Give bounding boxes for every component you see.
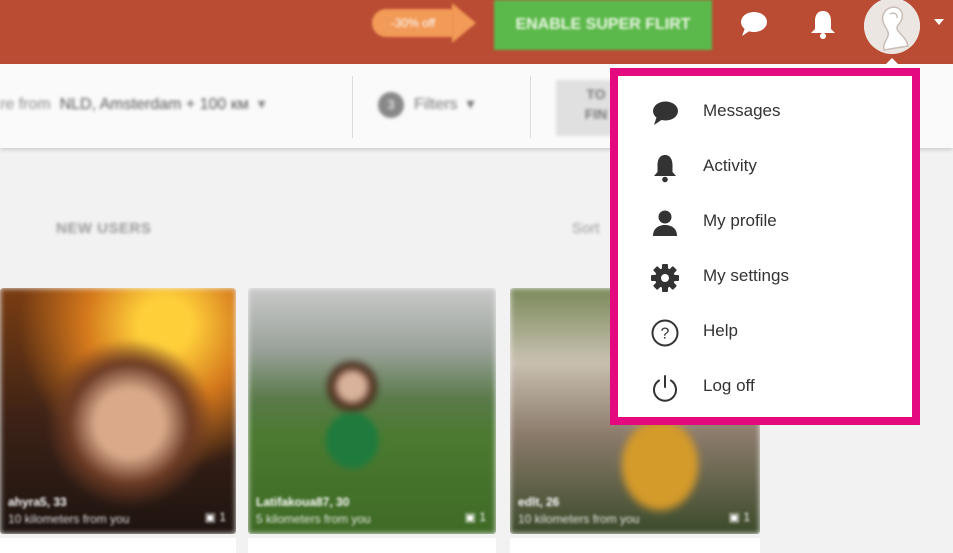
discount-arrow (452, 3, 476, 43)
menu-item-label: Messages (703, 101, 781, 120)
person-icon (650, 208, 680, 238)
menu-item-label: Activity (703, 156, 757, 175)
user-card-info: Latifakoua87, 30 5 kilometers from you (256, 494, 488, 528)
photo-count-value: 1 (479, 510, 486, 524)
bell-icon[interactable] (808, 8, 838, 45)
avatar[interactable] (864, 0, 920, 54)
top-header-bar: -30% off ENABLE SUPER FLIRT (0, 0, 953, 64)
user-distance: 10 kilometers from you (518, 512, 640, 526)
menu-item-messages[interactable]: Messages (626, 85, 920, 140)
menu-item-log-off[interactable]: Log off (626, 360, 920, 415)
photo-count: ▣ 1 (464, 510, 486, 524)
menu-item-my-settings[interactable]: My settings (626, 250, 920, 305)
user-card-info: ahyra5, 33 10 kilometers from you (8, 494, 228, 528)
sort-label[interactable]: Sort (572, 220, 600, 237)
enable-super-flirt-button[interactable]: ENABLE SUPER FLIRT (494, 0, 712, 50)
photo-count-value: 1 (219, 510, 226, 524)
filters-label: Filters (414, 96, 458, 113)
menu-notch (882, 58, 902, 68)
chat-icon[interactable] (738, 8, 770, 45)
card-footer (0, 538, 236, 553)
user-name: edlt, 26 (518, 495, 560, 509)
discount-badge[interactable]: -30% off (372, 9, 454, 37)
location-prefix: re from (0, 96, 51, 113)
account-dropdown-menu: Messages Activity My profile My settings… (610, 68, 920, 425)
gear-icon (650, 263, 680, 293)
card-footer (248, 538, 496, 553)
photo-count-value: 1 (743, 510, 750, 524)
menu-item-label: Help (703, 321, 738, 340)
menu-item-activity[interactable]: Activity (626, 140, 920, 195)
caret-down-icon[interactable] (934, 19, 944, 25)
chat-icon (650, 98, 680, 128)
tab-new-users[interactable]: NEW USERS (56, 220, 151, 237)
user-name: ahyra5, 33 (8, 495, 67, 509)
filters-count-badge: 3 (378, 91, 404, 118)
svg-text:?: ? (661, 326, 670, 343)
photo-count: ▣ 1 (728, 510, 750, 524)
divider (530, 76, 531, 138)
menu-item-label: My profile (703, 211, 777, 230)
card-footer (510, 538, 760, 553)
user-distance: 5 kilometers from you (256, 512, 371, 526)
user-card-info: edlt, 26 10 kilometers from you (518, 494, 752, 528)
user-name: Latifakoua87, 30 (256, 495, 350, 509)
help-icon: ? (650, 318, 680, 348)
filters-button[interactable]: 3 Filters ▾ (378, 90, 474, 120)
bell-icon (650, 153, 680, 183)
user-card[interactable]: ahyra5, 33 10 kilometers from you ▣ 1 (0, 288, 236, 534)
location-selector[interactable]: re from NLD, Amsterdam + 100 км ▾ (0, 94, 266, 114)
menu-item-my-profile[interactable]: My profile (626, 195, 920, 250)
divider (352, 76, 353, 138)
user-card[interactable]: Latifakoua87, 30 5 kilometers from you ▣… (248, 288, 496, 534)
menu-item-label: Log off (703, 376, 755, 395)
photo-count: ▣ 1 (204, 510, 226, 524)
menu-item-help[interactable]: ? Help (626, 305, 920, 360)
power-icon (650, 373, 680, 403)
user-distance: 10 kilometers from you (8, 512, 130, 526)
location-value: NLD, Amsterdam + 100 км (59, 96, 249, 113)
menu-item-label: My settings (703, 266, 789, 285)
